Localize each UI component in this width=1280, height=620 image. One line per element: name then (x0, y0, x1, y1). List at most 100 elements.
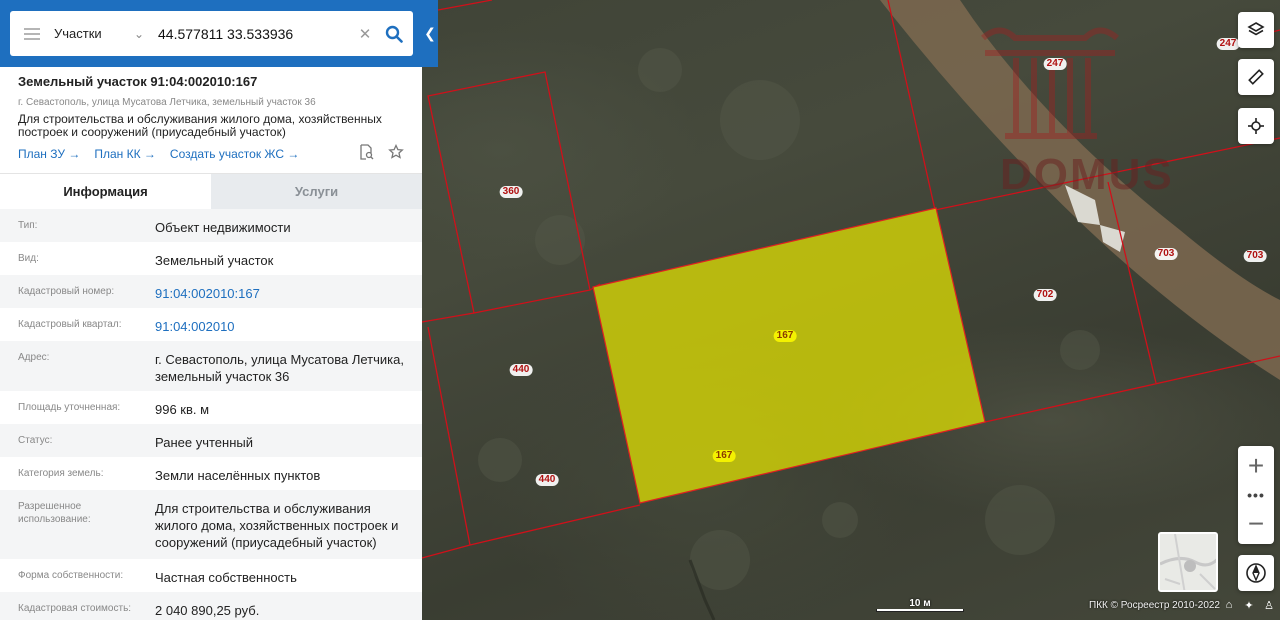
tab-services[interactable]: Услуги (211, 174, 422, 209)
parcel-label-703-right[interactable]: 703 (1243, 250, 1267, 262)
info-value: г. Севастополь, улица Мусатова Летчика, … (155, 352, 404, 384)
star-icon (388, 144, 404, 159)
search-bar: Участки ⌄ ✕ (0, 0, 422, 67)
info-value: Для строительства и обслуживания жилого … (155, 501, 399, 550)
boundary-line-10 (421, 544, 471, 559)
info-key: Вид: (18, 253, 39, 264)
parcel-label-167-edge[interactable]: 167 (712, 450, 736, 462)
parcel-description: Для строительства и обслуживания жилого … (18, 112, 382, 139)
boundary-line-9 (469, 504, 641, 546)
zoom-in-button[interactable]: + (1238, 446, 1274, 486)
info-key: Кадастровый номер: (18, 286, 115, 297)
info-key: Кадастровый квартал: (18, 319, 122, 330)
document-search-button[interactable] (358, 144, 374, 160)
zoom-more-button[interactable]: ••• (1238, 486, 1274, 504)
info-value: Земельный участок (155, 253, 274, 268)
ruler-icon (1248, 69, 1264, 85)
info-key: Адрес: (18, 352, 50, 363)
boundary-line-8 (427, 326, 471, 546)
parcel-label-440-lower[interactable]: 440 (535, 474, 559, 486)
info-row-status: Статус: Ранее учтенный (0, 424, 422, 457)
chevron-down-icon: ⌄ (133, 26, 144, 41)
info-value: 996 кв. м (155, 402, 210, 417)
plan-zu-link[interactable]: План ЗУ → (18, 147, 80, 161)
search-button[interactable] (375, 11, 413, 56)
info-row-cadastral-quarter: Кадастровый квартал: 91:04:002010 (0, 308, 422, 341)
info-key: Разрешенное использование: (18, 501, 91, 525)
info-key: Тип: (18, 220, 38, 231)
compass-button[interactable] (1238, 555, 1274, 591)
search-input[interactable] (154, 18, 355, 49)
info-key: Площадь уточненная: (18, 402, 121, 413)
scale-line (876, 609, 964, 612)
info-row-ownership: Форма собственности: Частная собственнос… (0, 559, 422, 592)
info-value: 2 040 890,25 руб. (155, 603, 260, 618)
parcel-header: Земельный участок 91:04:002010:167 г. Се… (0, 67, 422, 174)
home-icon[interactable]: ⌂ (1222, 598, 1236, 612)
parcel-title: Земельный участок 91:04:002010:167 (18, 74, 258, 89)
crosshair-icon (1248, 118, 1264, 134)
chevron-left-icon: ❮ (424, 25, 436, 41)
tab-info[interactable]: Информация (0, 174, 211, 209)
parcel-label-703[interactable]: 703 (1154, 248, 1178, 260)
menu-button[interactable] (10, 11, 54, 56)
info-row-cadastral-number: Кадастровый номер: 91:04:002010:167 (0, 275, 422, 308)
ruler-button[interactable] (1238, 59, 1274, 95)
info-value: Ранее учтенный (155, 435, 253, 450)
compass-icon (1246, 563, 1266, 583)
locate-button[interactable] (1238, 108, 1274, 144)
parcel-label-167[interactable]: 167 (773, 330, 797, 342)
parcel-label-247-right[interactable]: 247 (1216, 38, 1240, 50)
search-icon (385, 25, 403, 43)
close-icon: ✕ (358, 25, 372, 43)
layers-icon (1247, 22, 1265, 36)
plan-kk-link[interactable]: План КК → (94, 147, 156, 161)
category-select-value: Участки (54, 26, 102, 41)
boundary-line-7 (984, 355, 1280, 423)
scale-label: 10 м (909, 598, 931, 609)
parcel-label-247[interactable]: 247 (1043, 58, 1067, 70)
header-actions (358, 144, 404, 160)
person-icon[interactable]: ♙ (1262, 598, 1276, 612)
info-row-area: Площадь уточненная: 996 кв. м (0, 391, 422, 424)
info-row-type: Тип: Объект недвижимости (0, 209, 422, 242)
parcel-label-360[interactable]: 360 (499, 186, 523, 198)
parcel-label-702[interactable]: 702 (1033, 289, 1057, 301)
boundary-line-2 (437, 0, 493, 11)
category-select[interactable]: Участки ⌄ (54, 26, 154, 41)
cadastral-number-link[interactable]: 91:04:002010:167 (155, 275, 404, 308)
info-row-address: Адрес: г. Севастополь, улица Мусатова Ле… (0, 341, 422, 391)
info-table: Тип: Объект недвижимости Вид: Земельный … (0, 209, 422, 620)
cadastral-quarter-link[interactable]: 91:04:002010 (155, 308, 404, 341)
location-icon[interactable]: ✦ (1242, 598, 1256, 612)
info-tabs: Информация Услуги (0, 174, 422, 209)
info-row-kind: Вид: Земельный участок (0, 242, 422, 275)
info-row-permitted-use: Разрешенное использование: Для строитель… (0, 490, 422, 559)
boundary-line-1 (421, 312, 475, 323)
document-search-icon (360, 144, 374, 160)
hamburger-icon (24, 27, 40, 40)
create-zhs-link[interactable]: Создать участок ЖС → (170, 147, 299, 161)
selected-parcel-167 (592, 207, 986, 504)
info-key: Форма собственности: (18, 570, 124, 581)
watermark-text: DOMUS (1000, 150, 1174, 199)
info-key: Категория земель: (18, 468, 104, 479)
info-row-land-category: Категория земель: Земли населённых пункт… (0, 457, 422, 490)
clear-search-button[interactable]: ✕ (355, 25, 375, 43)
basemap-switcher[interactable] (1158, 532, 1218, 592)
zoom-out-button[interactable]: − (1238, 504, 1274, 544)
info-value: Земли населённых пунктов (155, 468, 321, 483)
layers-button[interactable] (1238, 12, 1274, 48)
search-box: Участки ⌄ ✕ (10, 11, 413, 56)
copyright-text: ПКК © Росреестр 2010-2022 (1089, 600, 1220, 611)
info-row-cadastral-value: Кадастровая стоимость: 2 040 890,25 руб. (0, 592, 422, 620)
minimap-thumbnail (1160, 534, 1216, 590)
parcel-links: План ЗУ → План КК → Создать участок ЖС → (18, 147, 404, 161)
info-value: Частная собственность (155, 570, 297, 585)
parcel-label-440[interactable]: 440 (509, 364, 533, 376)
favorite-button[interactable] (388, 144, 404, 160)
zoom-controls: + ••• − (1238, 446, 1274, 544)
info-key: Статус: (18, 435, 53, 446)
scale-bar: 10 м (876, 598, 964, 612)
collapse-panel-button[interactable]: ❮ (422, 0, 438, 67)
